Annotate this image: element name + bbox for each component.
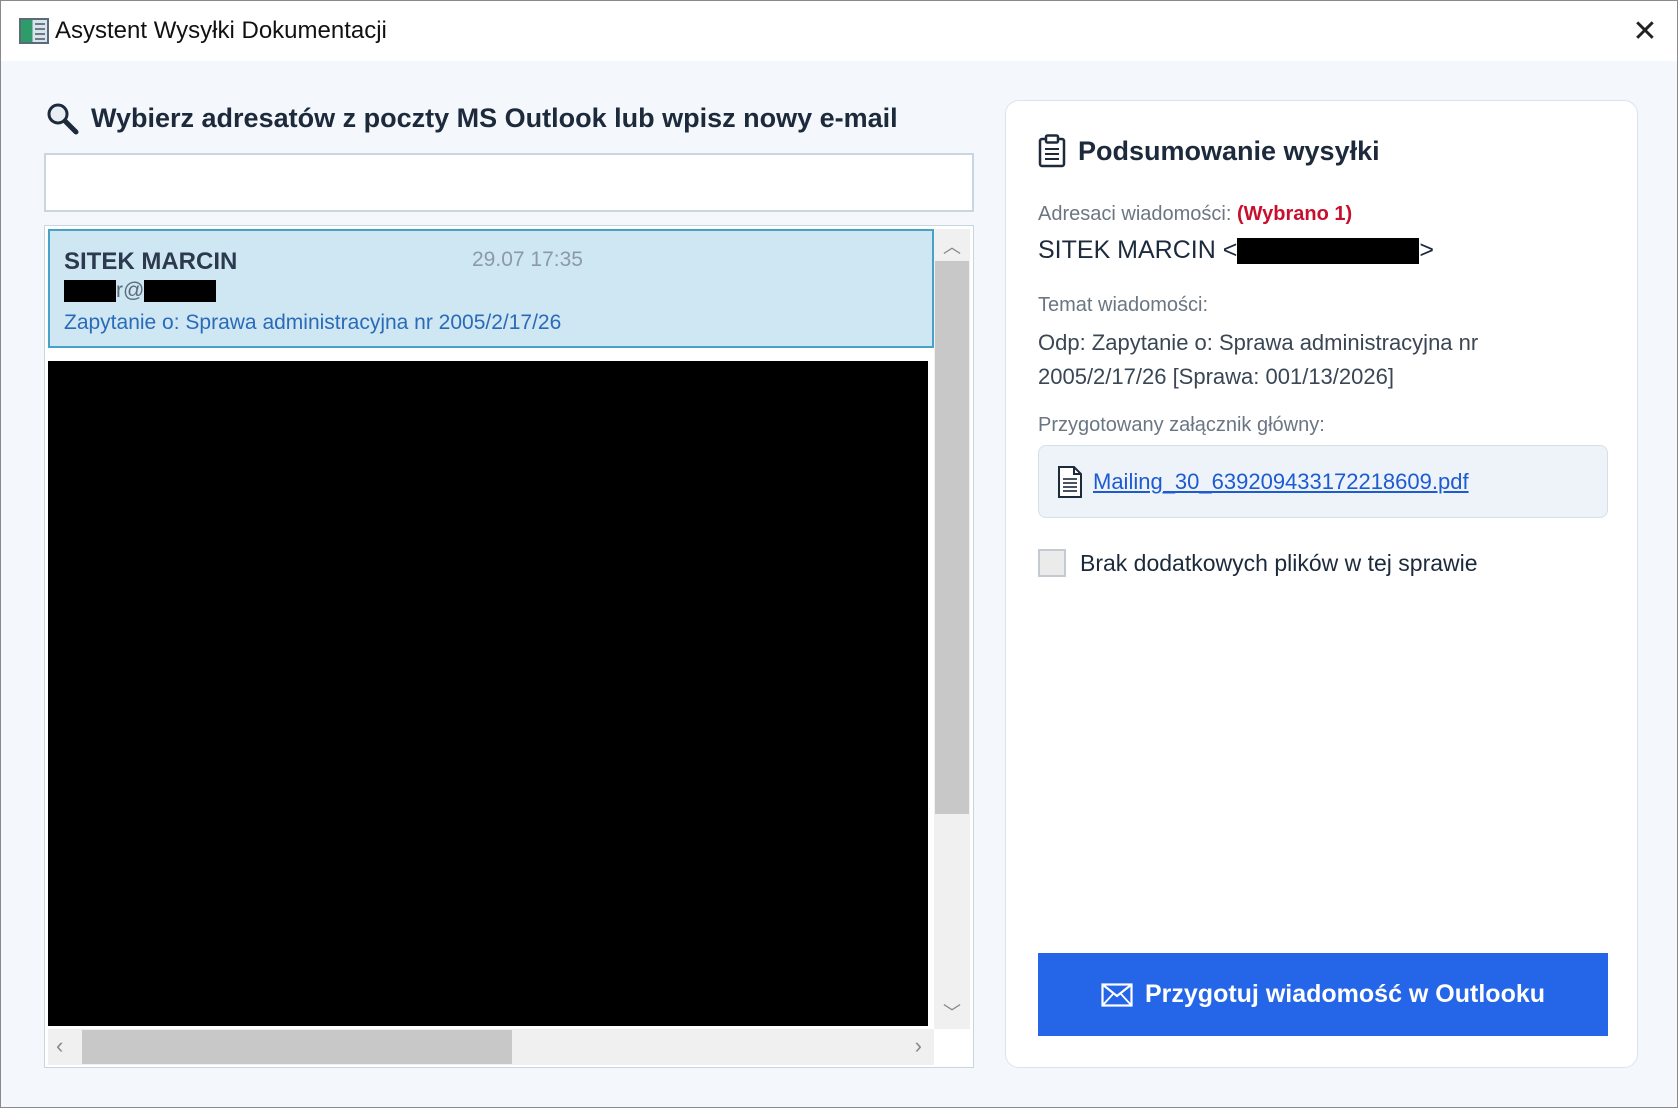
item-date: 29.07 17:35 [472, 248, 583, 271]
subject-value: Odp: Zapytanie o: Sprawa administracyjna… [1038, 330, 1479, 389]
scroll-left-icon[interactable]: ‹ [56, 1033, 63, 1059]
recipients-heading: Wybierz adresatów z poczty MS Outlook lu… [45, 101, 898, 135]
attachment-link[interactable]: Mailing_30_639209433172218609.pdf [1093, 469, 1469, 495]
item-name: SITEK MARCIN [64, 248, 238, 275]
redaction-bar [144, 280, 217, 303]
close-button[interactable]: ✕ [1623, 9, 1667, 53]
item-email: r@ [64, 279, 217, 303]
redaction-bar [64, 280, 116, 303]
no-extra-files-checkbox[interactable] [1038, 549, 1066, 577]
recipient-name: SITEK MARCIN < [1038, 236, 1238, 264]
window-title: Asystent Wysyłki Dokumentacji [55, 17, 387, 44]
recipients-heading-text: Wybierz adresatów z poczty MS Outlook lu… [91, 102, 898, 133]
title-bar: Asystent Wysyłki Dokumentacji ✕ [1, 1, 1677, 61]
horizontal-scrollbar[interactable]: ‹ › [48, 1029, 934, 1065]
recipient-value: SITEK MARCIN < > [1038, 236, 1434, 265]
summary-card: Podsumowanie wysyłki Adresaci wiadomości… [1005, 100, 1638, 1068]
recipients-count: (Wybrano 1) [1236, 203, 1353, 225]
recipients-label: Adresaci wiadomości: [1038, 203, 1232, 225]
attachment-box: Mailing_30_639209433172218609.pdf [1038, 445, 1608, 518]
horizontal-scroll-thumb[interactable] [82, 1030, 512, 1064]
vertical-scrollbar[interactable]: ︿ ﹀ [934, 229, 970, 1029]
recipient-close: > [1419, 236, 1434, 264]
envelope-icon [1101, 982, 1133, 1007]
no-extra-files-label[interactable]: Brak dodatkowych plików w tej sprawie [1080, 550, 1478, 577]
vertical-scroll-thumb[interactable] [935, 261, 969, 814]
redacted-list-area [48, 361, 928, 1026]
prepare-outlook-message-label: Przygotuj wiadomość w Outlooku [1144, 980, 1546, 1008]
close-icon: ✕ [1632, 14, 1658, 48]
no-extra-files-checkbox-row[interactable]: Brak dodatkowych plików w tej sprawie [1038, 549, 1478, 577]
magnifier-icon [47, 103, 79, 135]
summary-title: Podsumowanie wysyłki [1078, 135, 1380, 166]
clipboard-icon [1038, 134, 1066, 168]
list-item-selected[interactable]: SITEK MARCIN 29.07 17:35 r@ Zapytanie o:… [48, 229, 934, 348]
scroll-up-icon[interactable]: ︿ [934, 233, 970, 257]
prepare-outlook-message-button[interactable]: Przygotuj wiadomość w Outlooku [1038, 953, 1608, 1036]
subject-label: Temat wiadomości: [1038, 294, 1209, 316]
summary-heading: Podsumowanie wysyłki [1038, 134, 1380, 168]
app-icon [19, 18, 49, 44]
recipient-search-input[interactable] [44, 153, 974, 212]
scroll-right-icon[interactable]: › [915, 1033, 922, 1059]
item-subject: Zapytanie o: Sprawa administracyjna nr 2… [64, 311, 562, 334]
app-window: Asystent Wysyłki Dokumentacji ✕ Wybierz … [0, 0, 1678, 1108]
redaction-bar [1237, 238, 1420, 265]
recipients-label-row: Adresaci wiadomości: (Wybrano 1) [1038, 203, 1352, 226]
recipient-list[interactable]: SITEK MARCIN 29.07 17:35 r@ Zapytanie o:… [44, 225, 974, 1068]
document-icon [1058, 465, 1082, 498]
item-email-visible: r@ [116, 279, 145, 302]
attachment-label: Przygotowany załącznik główny: [1038, 414, 1325, 436]
scroll-down-icon[interactable]: ﹀ [934, 999, 970, 1023]
